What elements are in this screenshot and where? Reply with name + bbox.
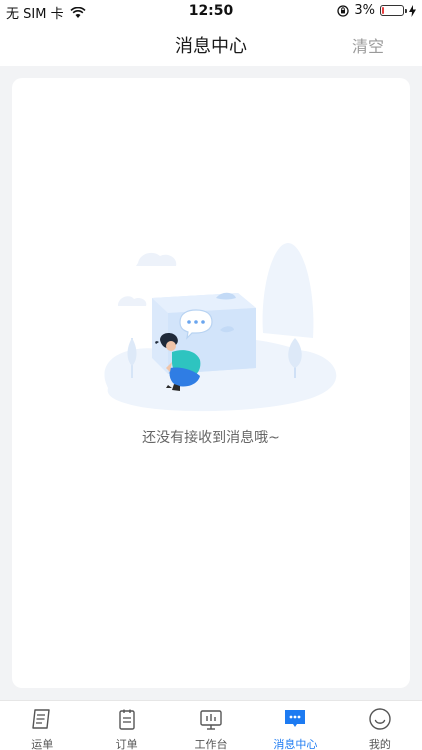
orientation-lock-icon [337,4,350,17]
message-list-card: 还没有接收到消息哦~ [12,78,410,688]
tab-message-center[interactable]: 消息中心 [253,701,337,750]
tab-label-message-center: 消息中心 [273,738,318,750]
tab-label-order: 订单 [115,738,138,750]
empty-state-message: 还没有接收到消息哦~ [142,430,280,446]
charging-bolt-icon [409,4,416,17]
battery-level-fill [382,7,384,14]
profile-smile-icon [369,708,391,730]
clear-button[interactable]: 清空 [352,33,384,57]
waybill-icon [32,709,50,729]
tab-order[interactable]: 订单 [84,701,168,750]
empty-state-illustration [104,243,337,412]
tab-bar: 运单 订单 工作台 消息中心 我的 [0,700,422,750]
nav-bar: 消息中心 清空 [0,22,422,66]
tab-label-mine: 我的 [368,738,391,750]
message-icon [285,710,306,727]
tab-label-waybill: 运单 [31,738,54,750]
workbench-icon [200,710,222,730]
tab-waybill[interactable]: 运单 [0,701,84,750]
status-right: 3% [337,3,416,18]
status-bar: 无 SIM 卡 12:50 3% [0,0,422,22]
tab-mine[interactable]: 我的 [338,701,422,750]
battery-percent: 3% [354,3,375,18]
order-clipboard-icon [118,709,135,730]
tab-workbench[interactable]: 工作台 [169,701,253,750]
battery-icon [380,5,407,16]
tab-label-workbench: 工作台 [194,738,228,750]
